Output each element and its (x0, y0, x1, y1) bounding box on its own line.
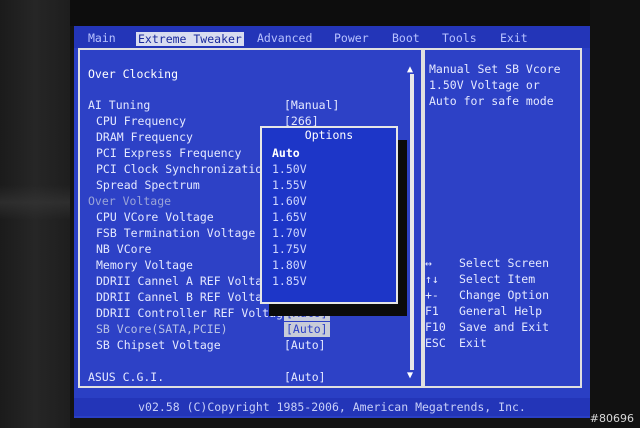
setting-dram-frequency[interactable]: DRAM Frequency (96, 130, 193, 145)
heading-over-voltage: Over Voltage (88, 194, 172, 208)
setting-sb-chipset-voltage-value[interactable]: [Auto] (284, 338, 326, 353)
copyright-footer: v02.58 (C)Copyright 1985-2006, American … (74, 398, 590, 416)
setting-pci-clock-sync[interactable]: PCI Clock Synchronization (96, 162, 269, 177)
setting-cpu-vcore-voltage[interactable]: CPU VCore Voltage (96, 210, 214, 225)
section-title: Over Clocking (88, 67, 179, 81)
key-desc: Select Item (459, 272, 536, 286)
setting-sb-chipset-voltage[interactable]: SB Chipset Voltage (96, 338, 221, 353)
menu-exit[interactable]: Exit (500, 30, 528, 46)
menu-power[interactable]: Power (334, 30, 369, 46)
help-line-3: Auto for safe mode (429, 94, 554, 108)
setting-ai-tuning[interactable]: AI Tuning (88, 98, 150, 113)
scroll-down-arrow-icon[interactable]: ▼ (407, 370, 413, 381)
help-line-1: Manual Set SB Vcore (429, 62, 561, 76)
monitor-bezel-right (590, 0, 640, 428)
key-desc: Save and Exit (459, 320, 550, 334)
watermark: #80696 (589, 412, 634, 425)
menu-bar: Main Extreme Tweaker Advanced Power Boot… (74, 26, 590, 48)
key-general-help: F1 General Help (425, 303, 542, 319)
setting-asus-cgi[interactable]: ASUS C.G.I. (88, 370, 164, 385)
setting-cpu-frequency[interactable]: CPU Frequency (96, 114, 186, 129)
option-1-75v[interactable]: 1.75V (272, 241, 307, 257)
option-1-85v[interactable]: 1.85V (272, 273, 307, 289)
menu-extreme-tweaker[interactable]: Extreme Tweaker (136, 32, 244, 46)
monitor-bezel-left (0, 0, 70, 428)
key-desc: Change Option (459, 288, 550, 302)
options-popup: Options Auto 1.50V 1.55V 1.60V 1.65V 1.7… (260, 126, 398, 304)
bios-screen: Main Extreme Tweaker Advanced Power Boot… (74, 26, 590, 418)
menu-boot[interactable]: Boot (392, 30, 420, 46)
help-text: Manual Set SB Vcore 1.50V Voltage or Aut… (429, 61, 579, 109)
setting-asus-cgi-value[interactable]: [Auto] (284, 370, 326, 385)
key-desc: Exit (459, 336, 487, 350)
option-1-70v[interactable]: 1.70V (272, 225, 307, 241)
f1-key: F1 (425, 304, 439, 318)
option-auto[interactable]: Auto (272, 145, 300, 161)
setting-nb-vcore[interactable]: NB VCore (96, 242, 151, 257)
setting-spread-spectrum[interactable]: Spread Spectrum (96, 178, 200, 193)
help-line-2: 1.50V Voltage or (429, 78, 540, 92)
key-save-exit: F10 Save and Exit (425, 319, 549, 335)
up-down-arrows-icon: ↑↓ (425, 272, 439, 286)
key-desc: General Help (459, 304, 543, 318)
left-right-arrows-icon: ↔ (425, 256, 432, 270)
monitor-bezel-top (70, 0, 590, 26)
setting-sb-vcore-value[interactable]: [Auto] (284, 322, 330, 337)
popup-title: Options (262, 128, 396, 142)
setting-ddrii-channel-b-ref[interactable]: DDRII Cannel B REF Voltage (96, 290, 276, 305)
setting-ai-tuning-value[interactable]: [Manual] (284, 98, 339, 113)
setting-ddrii-channel-a-ref[interactable]: DDRII Cannel A REF Voltage (96, 274, 276, 289)
key-desc: Select Screen (459, 256, 550, 270)
option-1-80v[interactable]: 1.80V (272, 257, 307, 273)
esc-key: ESC (425, 336, 446, 350)
option-1-55v[interactable]: 1.55V (272, 177, 307, 193)
menu-tools[interactable]: Tools (442, 30, 477, 46)
menu-advanced[interactable]: Advanced (257, 30, 312, 46)
setting-sb-vcore[interactable]: SB Vcore(SATA,PCIE) (96, 322, 228, 337)
option-1-60v[interactable]: 1.60V (272, 193, 307, 209)
key-change-option: +- Change Option (425, 287, 549, 303)
key-exit: ESC Exit (425, 335, 487, 351)
setting-pci-express-frequency[interactable]: PCI Express Frequency (96, 146, 241, 161)
option-1-50v[interactable]: 1.50V (272, 161, 307, 177)
setting-ddrii-controller-ref[interactable]: DDRII Controller REF Voltage (96, 306, 290, 321)
scrollbar[interactable] (410, 74, 414, 370)
bezel-glare (0, 185, 70, 220)
setting-fsb-termination-voltage[interactable]: FSB Termination Voltage (96, 226, 255, 241)
key-select-screen: ↔ Select Screen (425, 255, 549, 271)
menu-main[interactable]: Main (88, 30, 116, 46)
popup-title-text: Options (296, 128, 362, 142)
option-1-65v[interactable]: 1.65V (272, 209, 307, 225)
f10-key: F10 (425, 320, 446, 334)
plus-minus-key: +- (425, 288, 439, 302)
key-select-item: ↑↓ Select Item (425, 271, 535, 287)
setting-memory-voltage[interactable]: Memory Voltage (96, 258, 193, 273)
